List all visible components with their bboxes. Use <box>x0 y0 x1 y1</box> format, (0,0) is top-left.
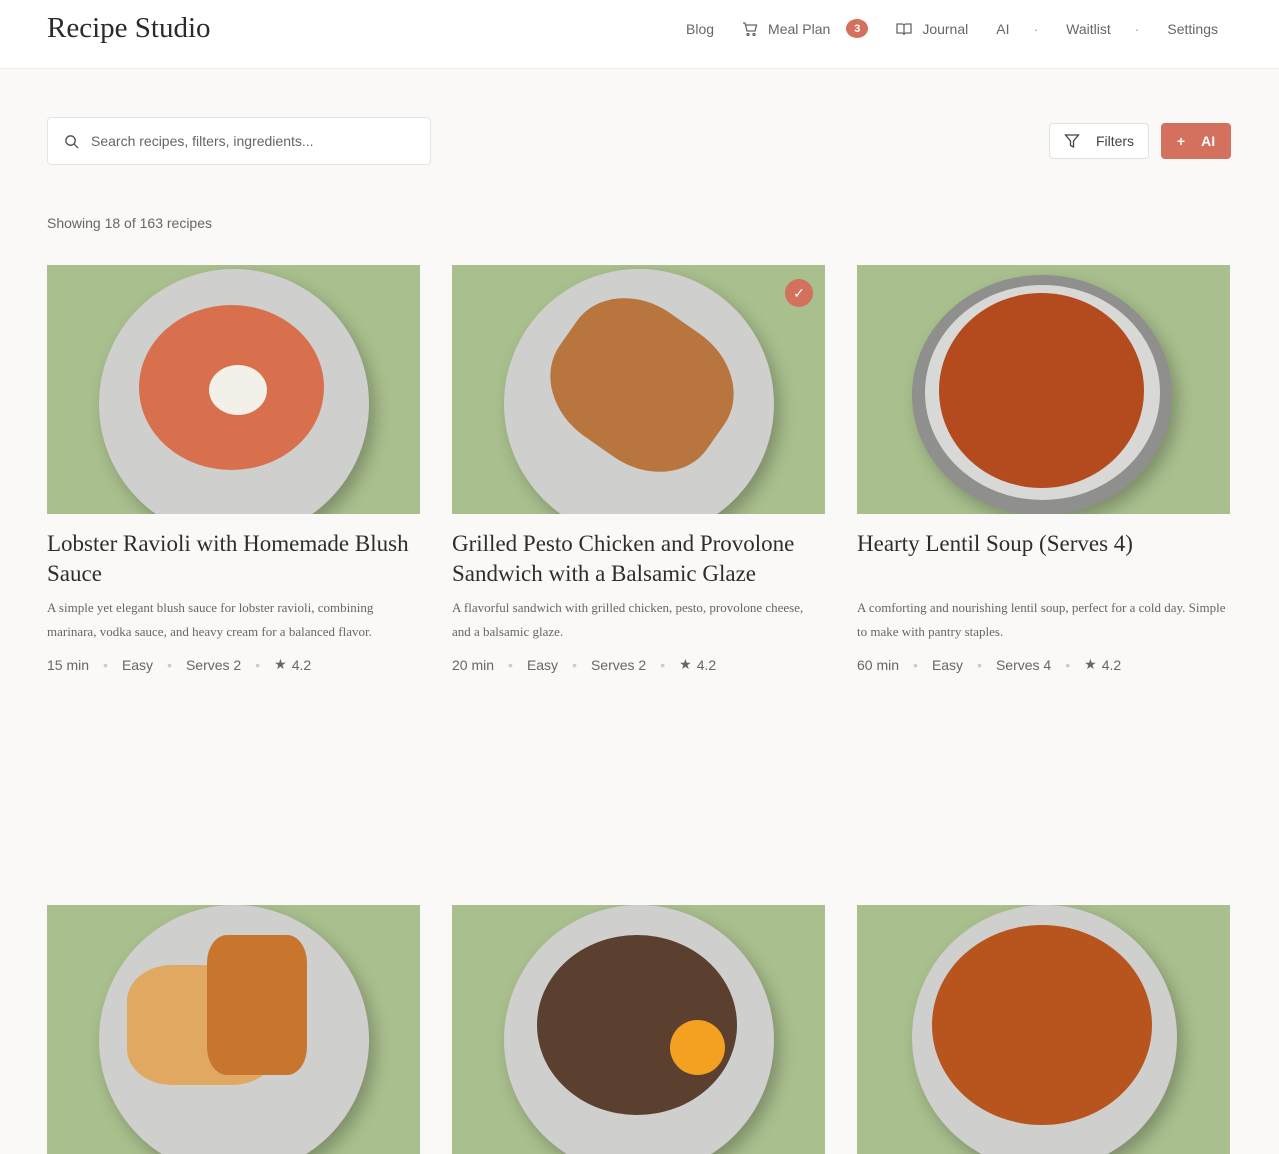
cart-icon <box>742 21 758 37</box>
ai-add-button[interactable]: + AI <box>1161 123 1231 159</box>
recipe-grid: Lobster Ravioli with Homemade Blush Sauc… <box>47 265 1230 1154</box>
nav-ai[interactable]: AI <box>996 21 1009 37</box>
recipe-image: ✓ <box>452 265 825 514</box>
recipe-card[interactable] <box>47 905 420 1154</box>
meal-plan-count-badge: 3 <box>846 19 868 38</box>
recipe-image <box>47 905 420 1154</box>
recipe-rating: 4.2 <box>292 657 311 673</box>
recipe-image <box>857 905 1230 1154</box>
recipe-difficulty: Easy <box>932 657 963 673</box>
recipe-difficulty: Easy <box>527 657 558 673</box>
recipe-description: A simple yet elegant blush sauce for lob… <box>47 596 420 644</box>
star-icon: ★ <box>274 656 287 673</box>
search-icon <box>64 134 79 149</box>
selected-check-icon[interactable]: ✓ <box>785 279 813 307</box>
star-icon: ★ <box>1084 656 1097 673</box>
recipe-time: 20 min <box>452 657 494 673</box>
filters-button[interactable]: Filters <box>1049 123 1149 159</box>
recipe-rating: 4.2 <box>697 657 716 673</box>
recipe-title[interactable]: Hearty Lentil Soup (Serves 4) <box>857 529 1230 589</box>
recipe-meta: 60 min• Easy• Serves 4• ★4.2 <box>857 656 1230 673</box>
star-icon: ★ <box>679 656 692 673</box>
recipe-image <box>47 265 420 514</box>
top-bar: Recipe Studio Blog Meal Plan 3 Journal A… <box>0 0 1279 69</box>
results-count: Showing 18 of 163 recipes <box>47 215 212 231</box>
recipe-image <box>452 905 825 1154</box>
recipe-image <box>857 265 1230 514</box>
recipe-serves: Serves 4 <box>996 657 1051 673</box>
recipe-card[interactable]: ✓ Grilled Pesto Chicken and Provolone Sa… <box>452 265 825 673</box>
recipe-time: 15 min <box>47 657 89 673</box>
main-nav: Blog Meal Plan 3 Journal AI · Waitlist ·… <box>658 19 1218 38</box>
nav-journal-label: Journal <box>922 21 968 37</box>
book-icon <box>896 21 912 37</box>
plus-icon: + <box>1177 133 1185 149</box>
app-logo[interactable]: Recipe Studio <box>47 12 211 45</box>
nav-waitlist[interactable]: Waitlist <box>1066 21 1111 37</box>
nav-blog[interactable]: Blog <box>686 21 714 37</box>
recipe-title[interactable]: Grilled Pesto Chicken and Provolone Sand… <box>452 529 825 589</box>
recipe-meta: 20 min• Easy• Serves 2• ★4.2 <box>452 656 825 673</box>
search-input[interactable] <box>91 133 411 149</box>
recipe-difficulty: Easy <box>122 657 153 673</box>
recipe-card[interactable]: Hearty Lentil Soup (Serves 4) A comforti… <box>857 265 1230 673</box>
nav-meal-plan-label: Meal Plan <box>768 21 830 37</box>
recipe-card[interactable] <box>857 905 1230 1154</box>
filter-icon <box>1064 133 1080 149</box>
filters-label: Filters <box>1096 133 1134 149</box>
recipe-description: A comforting and nourishing lentil soup,… <box>857 596 1230 644</box>
recipe-title[interactable]: Lobster Ravioli with Homemade Blush Sauc… <box>47 529 420 589</box>
recipe-serves: Serves 2 <box>591 657 646 673</box>
nav-meal-plan[interactable]: Meal Plan 3 <box>742 19 868 38</box>
recipe-time: 60 min <box>857 657 899 673</box>
recipe-card[interactable] <box>452 905 825 1154</box>
nav-journal[interactable]: Journal <box>896 21 968 37</box>
recipe-serves: Serves 2 <box>186 657 241 673</box>
ai-button-label: AI <box>1201 133 1215 149</box>
nav-settings[interactable]: Settings <box>1167 21 1218 37</box>
recipe-rating: 4.2 <box>1102 657 1121 673</box>
recipe-card[interactable]: Lobster Ravioli with Homemade Blush Sauc… <box>47 265 420 673</box>
recipe-description: A flavorful sandwich with grilled chicke… <box>452 596 825 644</box>
search-box[interactable] <box>47 117 431 165</box>
nav-separator: · <box>1033 21 1038 37</box>
recipe-meta: 15 min• Easy• Serves 2• ★4.2 <box>47 656 420 673</box>
nav-separator: · <box>1135 21 1140 37</box>
